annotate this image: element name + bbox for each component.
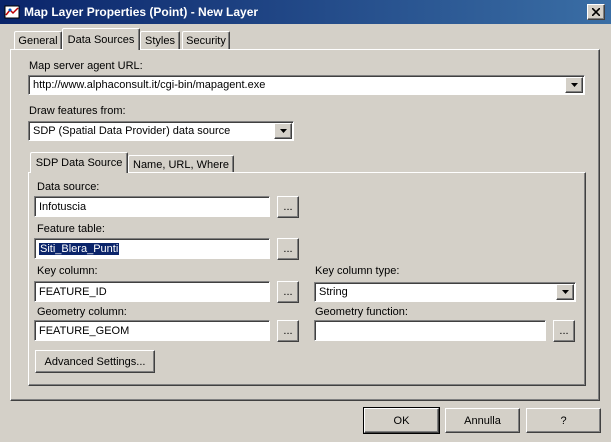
title-bar[interactable]: Map Layer Properties (Point) - New Layer xyxy=(0,0,611,24)
tab-data-sources-label: Data Sources xyxy=(67,33,135,46)
close-button[interactable] xyxy=(587,4,605,20)
subtab-name-url-where[interactable]: Name, URL, Where xyxy=(128,155,234,173)
cancel-button[interactable]: Annulla xyxy=(445,408,520,433)
help-label: ? xyxy=(560,414,567,427)
agent-url-value: http://www.alphaconsult.it/cgi-bin/mapag… xyxy=(33,79,266,91)
geometry-column-value: FEATURE_GEOM xyxy=(39,324,130,337)
window-title: Map Layer Properties (Point) - New Layer xyxy=(24,5,259,19)
tab-data-sources[interactable]: Data Sources xyxy=(62,28,140,50)
geometry-column-input[interactable]: FEATURE_GEOM xyxy=(34,320,270,341)
data-source-label: Data source: xyxy=(37,181,100,193)
ok-button[interactable]: OK xyxy=(363,407,440,434)
geometry-function-label: Geometry function: xyxy=(315,306,408,318)
close-icon xyxy=(592,8,600,16)
geometry-function-browse-button[interactable]: ... xyxy=(553,320,575,342)
ok-label: OK xyxy=(393,414,410,427)
advanced-settings-label: Advanced Settings... xyxy=(44,355,146,368)
tab-general-label: General xyxy=(18,34,58,47)
browse-label: ... xyxy=(283,286,293,298)
draw-from-label: Draw features from: xyxy=(29,105,126,117)
chevron-down-icon xyxy=(279,129,287,133)
agent-url-label: Map server agent URL: xyxy=(29,60,143,72)
geometry-function-input[interactable] xyxy=(314,320,546,341)
browse-label: ... xyxy=(559,325,569,337)
tab-styles[interactable]: Styles xyxy=(140,31,180,49)
subtab-sdp-data-source[interactable]: SDP Data Source xyxy=(30,152,128,173)
chevron-down-icon xyxy=(561,290,569,294)
subtab-sdp-label: SDP Data Source xyxy=(35,157,123,169)
draw-from-select[interactable]: SDP (Spatial Data Provider) data source xyxy=(28,121,294,141)
key-column-browse-button[interactable]: ... xyxy=(277,281,299,303)
key-column-label: Key column: xyxy=(37,265,98,277)
browse-label: ... xyxy=(283,243,293,255)
tab-general[interactable]: General xyxy=(14,31,62,49)
help-button[interactable]: ? xyxy=(526,408,601,433)
key-column-type-dropdown-button[interactable] xyxy=(556,284,574,300)
tab-security[interactable]: Security xyxy=(182,31,230,49)
map-layer-icon xyxy=(4,4,20,20)
data-source-input[interactable]: Infotuscia xyxy=(34,196,270,217)
key-column-type-label: Key column type: xyxy=(315,265,400,277)
feature-table-value: Siti_Blera_Punti xyxy=(39,242,120,255)
draw-from-value: SDP (Spatial Data Provider) data source xyxy=(33,125,231,137)
agent-url-dropdown-button[interactable] xyxy=(565,77,583,93)
cancel-label: Annulla xyxy=(464,414,501,427)
subtab-name-url-label: Name, URL, Where xyxy=(133,158,229,171)
key-column-type-value: String xyxy=(319,286,348,298)
data-source-value: Infotuscia xyxy=(39,200,87,213)
advanced-settings-button[interactable]: Advanced Settings... xyxy=(35,350,155,373)
tab-security-label: Security xyxy=(186,34,226,47)
feature-table-browse-button[interactable]: ... xyxy=(277,238,299,260)
key-column-type-select[interactable]: String xyxy=(314,282,576,302)
browse-label: ... xyxy=(283,325,293,337)
geometry-column-label: Geometry column: xyxy=(37,306,127,318)
geometry-column-browse-button[interactable]: ... xyxy=(277,320,299,342)
data-source-browse-button[interactable]: ... xyxy=(277,196,299,218)
chevron-down-icon xyxy=(570,83,578,87)
key-column-input[interactable]: FEATURE_ID xyxy=(34,281,270,302)
browse-label: ... xyxy=(283,201,293,213)
tab-styles-label: Styles xyxy=(145,34,175,47)
agent-url-combo[interactable]: http://www.alphaconsult.it/cgi-bin/mapag… xyxy=(28,75,585,95)
key-column-value: FEATURE_ID xyxy=(39,285,107,298)
draw-from-dropdown-button[interactable] xyxy=(274,123,292,139)
feature-table-label: Feature table: xyxy=(37,223,105,235)
feature-table-input[interactable]: Siti_Blera_Punti xyxy=(34,238,270,259)
